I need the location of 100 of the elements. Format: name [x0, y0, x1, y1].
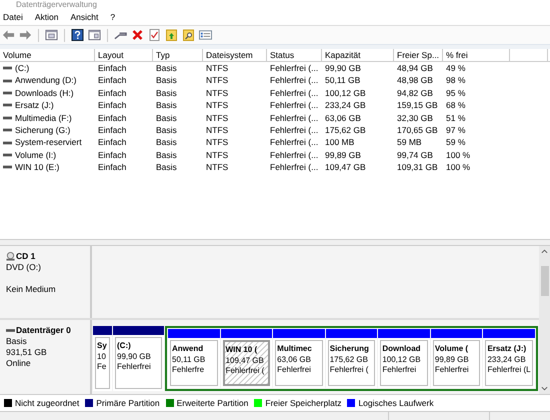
properties-icon[interactable] — [199, 29, 212, 41]
column-header[interactable]: Layout — [95, 49, 153, 61]
menu-item[interactable]: Datei — [3, 12, 23, 22]
table-cell: Ersatz (J:) — [15, 99, 54, 112]
table-cell: 159,15 GB — [397, 99, 438, 112]
column-header[interactable]: Kapazität — [322, 49, 394, 61]
table-cell: Basis — [156, 148, 177, 162]
partition-text: Fehlerfrei ( — [226, 366, 266, 376]
menu-item[interactable]: Ansicht — [70, 12, 98, 22]
table-cell: 98 % — [446, 74, 466, 87]
table-cell: NTFS — [206, 136, 228, 149]
column-header[interactable]: Dateisystem — [203, 49, 267, 61]
legend-label: Logisches Laufwerk — [358, 398, 434, 408]
table-cell: Einfach — [98, 136, 126, 149]
partition-text: 63,06 GB — [277, 354, 312, 365]
menu-item[interactable]: ? — [110, 12, 116, 22]
folder-up-icon[interactable] — [165, 29, 178, 41]
partition-text: 50,11 GB — [172, 354, 206, 365]
partition-block[interactable]: Download 100,12 GB Fehlerfrei — [378, 329, 430, 388]
column-header[interactable]: Typ — [153, 49, 203, 61]
column-header[interactable]: Volume — [0, 49, 95, 61]
partition-header-bar — [273, 329, 325, 338]
table-cell: 97 % — [446, 124, 466, 136]
partition-header-bar — [483, 329, 536, 338]
partition-block[interactable]: Sy 10 Fe — [93, 326, 112, 391]
delete-icon[interactable] — [131, 29, 144, 41]
table-cell: Einfach — [98, 161, 126, 174]
column-header[interactable]: Status — [267, 49, 322, 61]
partition-text: Sicherung — [330, 344, 370, 354]
forward-arrow-icon[interactable] — [19, 29, 32, 41]
table-cell: Einfach — [98, 124, 126, 136]
table-cell: 109,47 GB — [325, 161, 366, 174]
scroll-up-icon[interactable] — [541, 249, 548, 254]
table-cell: 49 % — [446, 62, 466, 74]
drive-label: DVD (O:) — [6, 262, 42, 273]
legend-label: Primäre Partition — [96, 398, 160, 408]
table-cell: 48,94 GB — [397, 62, 433, 74]
scroll-down-icon[interactable] — [541, 386, 548, 391]
table-cell: Basis — [156, 112, 177, 124]
partition-text: Fehlerfrei — [117, 362, 152, 372]
partition-text: Fehlerfrei — [382, 365, 418, 376]
table-cell: Basis — [156, 99, 177, 112]
table-cell: (C:) — [15, 62, 30, 74]
panel-icon[interactable] — [45, 29, 58, 41]
partition-text: Fehlerfrei ( — [330, 365, 370, 376]
partition-header-bar — [378, 329, 430, 338]
table-cell: Fehlerfrei (... — [270, 74, 318, 87]
table-cell: 59 % — [446, 136, 466, 149]
table-cell: Einfach — [98, 148, 126, 162]
table-cell: 50,11 GB — [325, 74, 360, 87]
folder-search-icon[interactable] — [182, 29, 195, 41]
partition-text: 109,47 GB — [226, 356, 265, 366]
partition-block[interactable]: Multimec 63,06 GB Fehlerfrei — [273, 329, 325, 388]
table-cell: 233,24 GB — [325, 99, 366, 112]
partition-text: 100,12 GB — [382, 354, 422, 365]
partition-header-bar — [220, 329, 272, 338]
partition-block[interactable]: (C:) 99,90 GB Fehlerfrei — [113, 326, 164, 391]
table-cell: Sicherung (G:) — [15, 124, 70, 136]
table-cell: NTFS — [206, 161, 228, 174]
table-cell: Volume (I:) — [15, 148, 56, 162]
partition-text: Multimec — [277, 344, 313, 354]
table-cell: NTFS — [206, 124, 228, 136]
table-cell: NTFS — [206, 112, 228, 124]
table-cell: NTFS — [206, 99, 228, 112]
table-cell: Basis — [156, 124, 177, 136]
disk-name: Datenträger 0 — [16, 325, 71, 336]
partition-text: 233,24 GB — [487, 354, 527, 365]
disk-size: 931,51 GB — [6, 347, 48, 358]
partition-text: 10 — [97, 352, 107, 362]
partition-block[interactable]: Anwend 50,11 GB Fehlerfre — [168, 329, 220, 388]
table-cell: 48,98 GB — [397, 74, 433, 87]
media-status: Kein Medium — [6, 284, 57, 295]
partition-text: 99,89 GB — [434, 354, 470, 365]
table-cell: 95 % — [446, 86, 466, 100]
table-cell: 100 MB — [325, 136, 354, 149]
column-header[interactable]: % frei — [443, 49, 510, 61]
table-cell: 94,82 GB — [397, 86, 433, 100]
column-header[interactable]: Freier Sp... — [394, 49, 443, 61]
partition-block[interactable]: Ersatz (J:) 233,24 GB Fehlerfrei (L — [483, 329, 536, 388]
table-cell: 99,74 GB — [397, 148, 433, 162]
partition-block[interactable]: WIN 10 ( 109,47 GB Fehlerfrei ( — [220, 329, 272, 388]
partition-block[interactable]: Volume ( 99,89 GB Fehlerfrei — [430, 329, 482, 388]
checked-document-icon[interactable] — [148, 29, 161, 41]
scrollbar[interactable] — [539, 246, 550, 394]
partition-text: Download — [382, 344, 422, 354]
table-cell: 109,31 GB — [397, 161, 438, 174]
table-cell: 100 % — [446, 148, 470, 162]
menu-item[interactable]: Aktion — [34, 12, 58, 22]
partition-block[interactable]: Sicherung 175,62 GB Fehlerfrei ( — [326, 329, 378, 388]
scroll-thumb[interactable] — [540, 266, 548, 296]
panel-icon[interactable] — [88, 29, 101, 41]
back-arrow-icon[interactable] — [2, 29, 15, 41]
table-cell: Einfach — [98, 112, 126, 124]
table-cell: Basis — [156, 86, 177, 100]
table-cell: NTFS — [206, 74, 228, 87]
help-icon[interactable] — [71, 29, 84, 41]
table-cell: 99,89 GB — [325, 148, 361, 162]
partition-text: Anwend — [172, 344, 204, 354]
disk-name: CD 1 — [16, 251, 36, 262]
table-cell: NTFS — [206, 86, 228, 100]
